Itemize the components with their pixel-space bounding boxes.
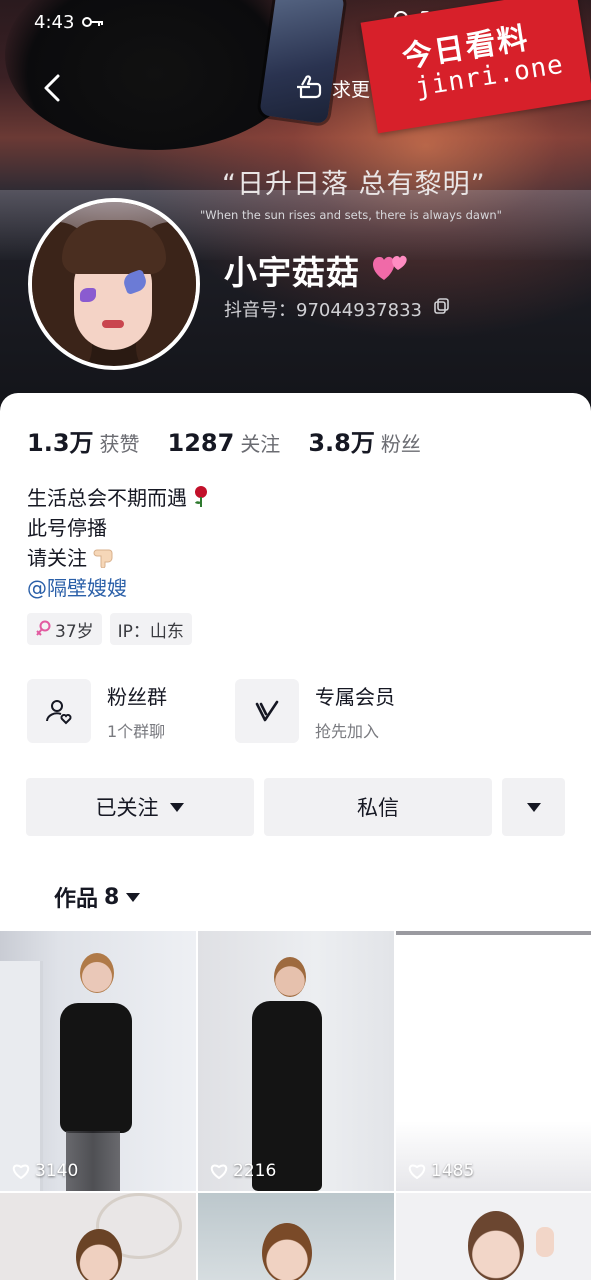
video-grid: 3140 2216 1485 xyxy=(0,931,591,1280)
tab-works[interactable]: 作品 8 xyxy=(54,881,141,913)
video-likes: 3140 xyxy=(12,1161,78,1181)
banner-quote: “日升日落 总有黎明” xyxy=(222,169,486,200)
followers-label[interactable]: 粉丝 xyxy=(381,428,421,457)
profile-tags: 37岁 IP：山东 xyxy=(27,613,192,645)
likes-label: 获赞 xyxy=(99,432,140,456)
caret-down-icon xyxy=(169,803,184,812)
profile-banner: 4:43 求更 “日升日落 总有黎明” "When the sun rises … xyxy=(0,0,591,430)
video-thumbnail[interactable]: 2216 xyxy=(198,931,394,1191)
more-button[interactable] xyxy=(502,778,565,836)
female-icon xyxy=(36,620,51,636)
two-hearts-icon xyxy=(370,250,410,288)
bio-line-2: 此号停播 xyxy=(27,516,107,540)
ip-label: IP：山东 xyxy=(117,621,184,642)
following-label[interactable]: 关注 xyxy=(240,428,280,457)
heart-outline-icon xyxy=(408,1164,426,1179)
caret-down-icon xyxy=(526,803,541,812)
ip-tag: IP：山东 xyxy=(109,613,192,645)
profile-stats: 1.3万 获赞 1287 关注 3.8万 粉丝 xyxy=(27,423,449,458)
fans-group-icon xyxy=(27,679,91,743)
watermark-logo: 今日看料 jinri.one xyxy=(360,0,591,134)
rose-icon xyxy=(193,486,209,507)
hand-pointing-icon xyxy=(297,75,322,99)
key-icon xyxy=(82,14,104,33)
video-thumbnail[interactable] xyxy=(396,1193,591,1280)
message-button-label: 私信 xyxy=(357,796,399,820)
vip-subtitle: 抢先加入 xyxy=(315,721,380,741)
copy-icon[interactable] xyxy=(434,298,450,318)
video-likes: 1485 xyxy=(408,1161,474,1181)
following-count[interactable]: 1287 xyxy=(168,429,235,457)
douyin-id-value: 97044937833 xyxy=(296,300,422,321)
request-update-label: 求更 xyxy=(332,78,371,101)
fans-group-title: 粉丝群 xyxy=(107,684,167,709)
nickname: 小宇菇菇 xyxy=(224,253,360,292)
bio-line-3: 请关注 xyxy=(27,546,87,570)
caret-down-icon xyxy=(126,893,141,902)
age-tag: 37岁 xyxy=(27,613,102,645)
vip-icon xyxy=(235,679,299,743)
video-likes: 2216 xyxy=(210,1161,276,1181)
video-thumbnail[interactable] xyxy=(198,1193,394,1280)
video-thumbnail[interactable] xyxy=(0,1193,196,1280)
message-button[interactable]: 私信 xyxy=(264,778,492,836)
following-button-label: 已关注 xyxy=(95,796,159,820)
following-button[interactable]: 已关注 xyxy=(26,778,254,836)
feature-row: 粉丝群 1个群聊 专属会员 抢先加入 xyxy=(27,678,567,748)
age-label: 37岁 xyxy=(55,621,94,642)
banner-quote-english: "When the sun rises and sets, there is a… xyxy=(200,208,502,222)
video-thumbnail[interactable]: 3140 xyxy=(0,931,196,1191)
douyin-id-label: 抖音号： xyxy=(224,300,296,321)
bio: 生活总会不期而遇 此号停播 请关注 @隔壁嫂嫂 xyxy=(27,483,209,603)
bio-line-1: 生活总会不期而遇 xyxy=(27,486,187,510)
heart-outline-icon xyxy=(12,1164,30,1179)
action-buttons: 已关注 私信 xyxy=(26,778,566,838)
douyin-id: 抖音号：97044937833 xyxy=(224,296,422,322)
video-likes-count: 3140 xyxy=(35,1161,79,1181)
vip-entry[interactable]: 专属会员 抢先加入 xyxy=(235,678,395,744)
fans-group-entry[interactable]: 粉丝群 1个群聊 xyxy=(27,678,167,744)
mention-link[interactable]: @隔壁嫂嫂 xyxy=(27,573,209,603)
fans-group-subtitle: 1个群聊 xyxy=(107,721,166,741)
works-tab-label: 作品 xyxy=(54,887,99,912)
heart-outline-icon xyxy=(210,1164,228,1179)
likes-count: 1.3万 xyxy=(27,429,94,457)
chevron-left-icon xyxy=(44,74,60,102)
followers-count[interactable]: 3.8万 xyxy=(308,423,375,458)
video-likes-count: 1485 xyxy=(431,1161,475,1181)
video-thumbnail[interactable]: 1485 xyxy=(396,931,591,1191)
back-button[interactable] xyxy=(36,68,68,108)
works-tab-count: 8 xyxy=(104,884,120,910)
pointing-down-icon xyxy=(93,546,115,569)
video-likes-count: 2216 xyxy=(233,1161,277,1181)
avatar[interactable] xyxy=(28,198,200,370)
butterfly-shape xyxy=(80,288,96,302)
vip-title: 专属会员 xyxy=(315,684,395,709)
status-time: 4:43 xyxy=(34,12,75,33)
